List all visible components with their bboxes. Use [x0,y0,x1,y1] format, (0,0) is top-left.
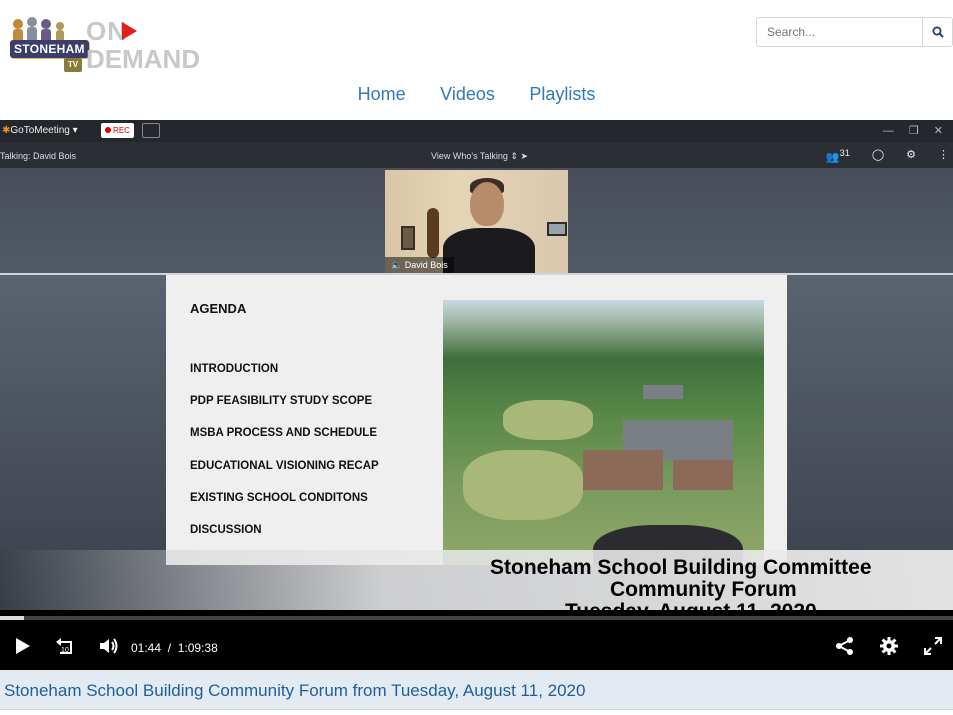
talking-indicator: Talking: David Bois [0,151,77,161]
agenda-item: INTRODUCTION [190,363,279,375]
window-controls-icon: — ❐ ✕ [882,125,949,137]
agenda-list: INTRODUCTION PDP FEASIBILITY STUDY SCOPE… [190,363,379,556]
caption-line-1: Stoneham School Building Committee [490,556,872,579]
video-player[interactable]: ✱GoToMeeting ▾ REC — ❐ ✕ Talking: David … [0,120,953,670]
wall-frame-right [547,222,567,236]
search-icon [932,26,944,38]
play-button[interactable] [12,636,32,656]
gotomeeting-menu: ✱GoToMeeting ▾ [2,125,78,136]
forum-caption-overlay: Stoneham School Building Committee Commu… [0,550,953,615]
agenda-item: EDUCATIONAL VISIONING RECAP [190,459,379,472]
agenda-slide: AGENDA INTRODUCTION PDP FEASIBILITY STUD… [166,275,787,565]
aerial-school-photo [443,300,764,565]
rec-indicator: REC [101,123,134,138]
school-building [583,450,663,490]
share-icon[interactable] [835,636,855,656]
agenda-item: EXISTING SCHOOL CONDITONS [190,491,368,504]
player-controls: 10 01:44 / 1:09:38 [0,610,953,670]
search-box [756,17,953,47]
gotomeeting-app-name: GoToMeeting [10,125,70,136]
current-time: 01:44 [131,641,162,655]
presenter-webcam: 🔈 David Bois [385,170,568,273]
meeting-status-bar: Talking: David Bois View Who's Talking ⇕… [0,142,953,168]
progress-fill [0,616,24,620]
settings-icon[interactable] [879,636,899,656]
school-roof [643,385,683,399]
svg-text:10: 10 [61,647,69,654]
nav-videos-link[interactable]: Videos [440,84,495,104]
sports-field [503,400,593,440]
meeting-icons: 👥31 ◯ ⚙ ⋮ [826,148,949,164]
progress-bar[interactable] [0,616,953,620]
main-nav: Home Videos Playlists [0,84,953,105]
logo-on-text: ON [86,16,127,46]
attendees-icon: 👥31 [825,148,850,164]
play-triangle-icon [122,22,137,40]
duration: 1:09:38 [177,641,218,655]
logo-demand-text: DEMAND [86,44,201,74]
mic-icon: 🔈 [391,260,403,270]
logo-badge-text: STONEHAM [10,40,89,58]
agenda-item: MSBA PROCESS AND SCHEDULE [190,427,377,440]
slide-title: AGENDA [190,301,247,316]
guitar-shape [427,208,439,258]
site-header: STONEHAM TV ON DEMAND Home Videos Playli… [0,0,953,120]
chat-icon: ◯ [871,149,885,161]
caption-line-2: Community Forum [610,578,797,601]
chevron-updown-icon: ⇕ [510,151,518,161]
rec-label: REC [113,126,130,135]
presenter-head [470,182,504,226]
lock-icon [142,123,160,138]
time-separator: / [167,641,172,655]
nav-playlists-link[interactable]: Playlists [529,84,595,104]
presenter-name-tag: 🔈 David Bois [385,257,454,273]
sports-field [463,450,583,520]
search-input[interactable] [757,18,923,46]
presenter-body [443,228,535,273]
time-display: 01:44 / 1:09:38 [131,641,218,655]
agenda-item: PDP FEASIBILITY STUDY SCOPE [190,395,373,408]
video-title: Stoneham School Building Community Forum… [4,681,586,700]
rewind-10-icon[interactable]: 10 [54,636,76,658]
cursor-icon: ➤ [520,151,529,161]
video-title-bar: Stoneham School Building Community Forum… [0,670,953,710]
view-mode-text: View Who's Talking [431,151,508,161]
attendee-count: 31 [839,148,850,158]
school-building [673,460,733,490]
rec-dot-icon [105,127,112,133]
stoneham-tv-logo[interactable]: STONEHAM TV ON DEMAND [4,14,200,74]
more-menu-icon: ⋮ [938,149,949,161]
fullscreen-icon[interactable] [923,636,943,656]
search-button[interactable] [922,18,952,46]
nav-home-link[interactable]: Home [358,84,406,104]
presenter-name: David Bois [404,260,448,270]
view-mode-label: View Who's Talking ⇕ ➤ [431,151,528,162]
wall-frame-left [401,226,415,250]
volume-icon[interactable] [98,636,120,656]
logo-tv-text: TV [64,58,82,72]
settings-gear-icon: ⚙ [906,149,916,161]
gotomeeting-toolbar: ✱GoToMeeting ▾ REC — ❐ ✕ [0,120,953,142]
